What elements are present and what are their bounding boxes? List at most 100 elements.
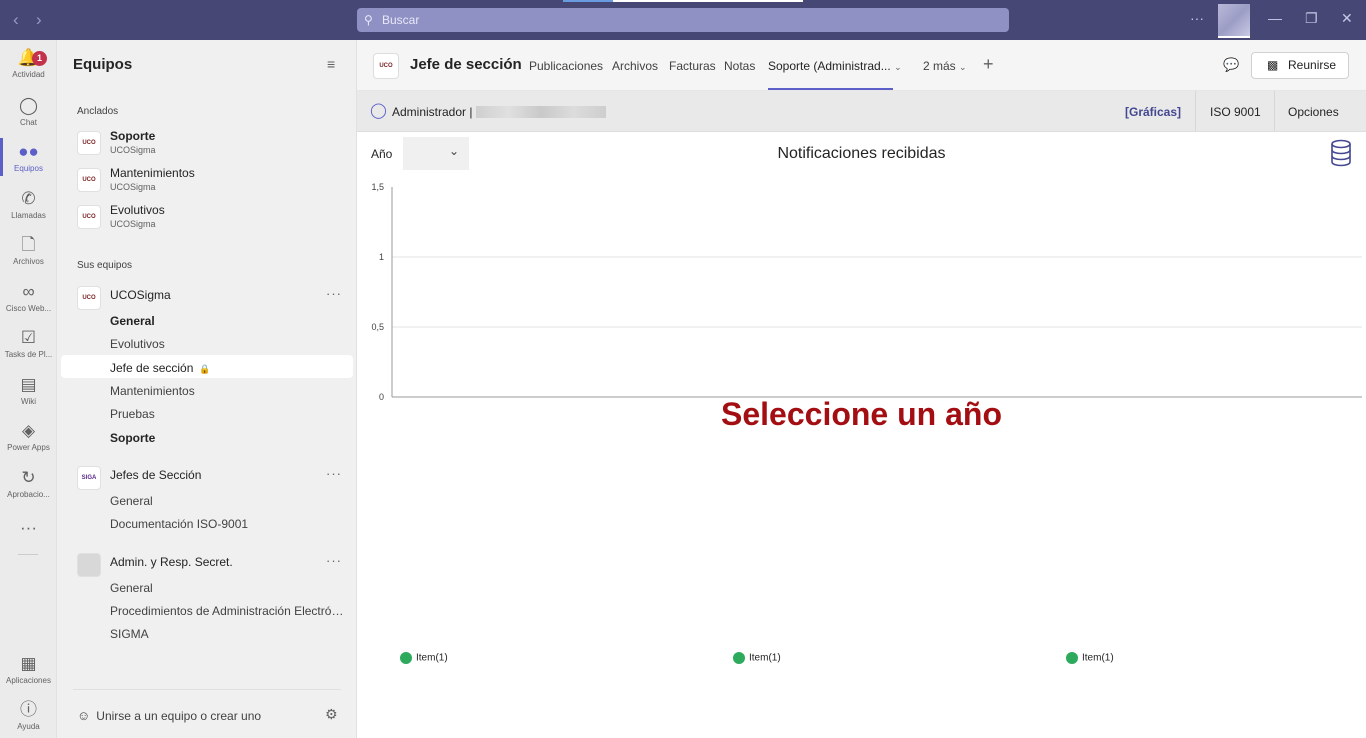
rail-item-chat[interactable]: ◯ Chat [0,96,57,127]
channel-header: UCO Jefe de sección Publicaciones Archiv… [357,40,1366,91]
pinned-item-soporte[interactable]: UCO Soporte UCOSigma [61,127,353,163]
app-rail: 🔔 1 Actividad ◯ Chat ●● Equipos ✆ Llamad… [0,40,57,738]
pinned-team: UCOSigma [110,182,156,192]
channel-evolutivos[interactable]: Evolutivos [110,337,346,351]
legend-item[interactable]: Item(1) [1066,652,1114,664]
team-more-icon[interactable]: ··· [326,286,342,301]
legend-item[interactable]: Item(1) [733,652,781,664]
rail-item-power-apps[interactable]: ◈ Power Apps [0,421,57,452]
back-arrow-icon[interactable]: ‹ [13,10,19,30]
team-name: UCOSigma [110,288,171,302]
rail-more-button[interactable]: ··· [0,518,57,538]
search-icon: ⚲ [364,13,373,27]
avatar[interactable] [1218,4,1250,36]
select-year-message: Seleccione un año [721,396,1002,432]
channel-jefe-de-seccion[interactable]: Jefe de sección 🔒 [110,361,346,375]
tab-publicaciones[interactable]: Publicaciones [529,59,603,73]
team-jefes-de-seccion[interactable]: SIGA Jefes de Sección ··· [61,462,353,498]
rail-label: Llamadas [11,211,46,220]
team-logo: SIGA [77,466,101,490]
rail-item-aprobaciones[interactable]: ↻ Aprobacio... [0,468,57,499]
channel-mantenimientos[interactable]: Mantenimientos [110,384,346,398]
add-people-icon: ☺ [77,708,91,723]
rail-item-actividad[interactable]: 🔔 1 Actividad [0,48,57,79]
rail-item-tasks[interactable]: ☑ Tasks de Pl... [0,328,57,359]
pinned-item-mantenimientos[interactable]: UCO Mantenimientos UCOSigma [61,164,353,200]
minimize-icon[interactable]: — [1268,10,1282,26]
chart-plot: 1,510,50 [371,182,1362,402]
team-admin-resp-secret[interactable]: Admin. y Resp. Secret. ··· [61,549,353,585]
channel-documentacion-iso[interactable]: Documentación ISO-9001 [110,517,346,531]
conversation-icon[interactable]: 💬 [1223,57,1239,73]
legend-swatch [400,652,412,664]
restore-icon[interactable]: ❐ [1305,10,1318,27]
tab-facturas[interactable]: Facturas [669,59,716,73]
redacted-username [476,106,606,118]
rail-item-equipos[interactable]: ●● Equipos [0,142,57,173]
iso-9001-link[interactable]: ISO 9001 [1210,105,1261,119]
graficas-link[interactable]: [Gráficas] [1125,105,1181,119]
channel-label: Jefe de sección [110,361,194,375]
rail-item-archivos[interactable]: 🗋 Archivos [0,235,57,266]
more-options-icon[interactable]: ··· [1190,10,1204,26]
lock-icon: 🔒 [199,364,211,374]
rail-label: Ayuda [17,722,40,731]
filter-icon[interactable]: ≡ [327,56,335,72]
rail-item-wiki[interactable]: ▤ Wiki [0,375,57,406]
team-name: Jefes de Sección [110,468,202,482]
channel-general[interactable]: General [110,314,346,328]
join-team-button[interactable]: ☺ Unirse a un equipo o crear uno [77,708,261,723]
meet-button[interactable]: ▩ Reunirse [1251,52,1349,79]
y-tick-label: 1 [379,252,384,262]
team-logo: UCO [77,286,101,310]
pinned-item-evolutivos[interactable]: UCO Evolutivos UCOSigma [61,201,353,237]
channel-pruebas[interactable]: Pruebas [110,407,346,421]
add-tab-icon[interactable]: + [983,54,994,75]
wiki-icon: ▤ [20,375,37,394]
legend-label: Item(1) [416,652,448,664]
divider [1195,91,1196,131]
approvals-icon: ↻ [21,468,36,487]
active-tab-indicator [768,88,893,90]
opciones-link[interactable]: Opciones [1288,105,1339,119]
channel-general[interactable]: General [110,581,346,595]
team-ucosigma[interactable]: UCO UCOSigma ··· [61,282,353,318]
footer-divider [73,689,341,690]
forward-arrow-icon[interactable]: › [36,10,42,30]
close-icon[interactable]: ✕ [1341,10,1353,27]
legend-item[interactable]: Item(1) [400,652,448,664]
channel-procedimientos[interactable]: Procedimientos de Administración Electró… [110,604,346,618]
database-icon[interactable] [1330,139,1352,167]
gear-icon[interactable]: ⚙ [325,706,338,723]
tab-archivos[interactable]: Archivos [612,59,658,73]
title-bar: ‹ › ⚲ Buscar ··· — ❐ ✕ [0,0,1366,40]
file-icon: 🗋 [21,235,36,254]
team-logo: UCO [77,205,101,229]
chevron-down-icon: ⌄ [894,62,902,72]
rail-item-aplicaciones[interactable]: ▦ Aplicaciones [0,654,57,685]
team-more-icon[interactable]: ··· [326,553,342,568]
rail-item-cisco-webex[interactable]: ∞ Cisco Web... [0,282,57,313]
channel-general[interactable]: General [110,494,346,508]
channel-sigma[interactable]: SIGMA [110,627,346,641]
bell-icon: 🔔 [17,48,40,67]
tab-more[interactable]: 2 más ⌄ [923,59,967,73]
y-tick-label: 0,5 [371,322,384,332]
team-logo-building [77,553,101,577]
rail-label: Aplicaciones [6,676,51,685]
rail-item-ayuda[interactable]: ⓘ Ayuda [0,700,57,731]
rail-divider [18,554,38,555]
tab-soporte-administrador[interactable]: Soporte (Administrad... ⌄ [768,59,902,73]
team-logo: UCO [77,168,101,192]
tab-label: Soporte (Administrad... [768,59,891,73]
channel-title: Jefe de sección [410,56,522,73]
pinned-team: UCOSigma [110,145,156,155]
search-input[interactable]: ⚲ Buscar [357,8,1009,32]
channel-soporte[interactable]: Soporte [110,431,346,445]
rail-item-llamadas[interactable]: ✆ Llamadas [0,189,57,220]
team-more-icon[interactable]: ··· [326,466,342,481]
teams-icon: ●● [18,142,39,161]
pinned-section-label: Anclados [77,106,119,117]
tab-notas[interactable]: Notas [724,59,755,73]
meet-label: Reunirse [1288,58,1337,72]
